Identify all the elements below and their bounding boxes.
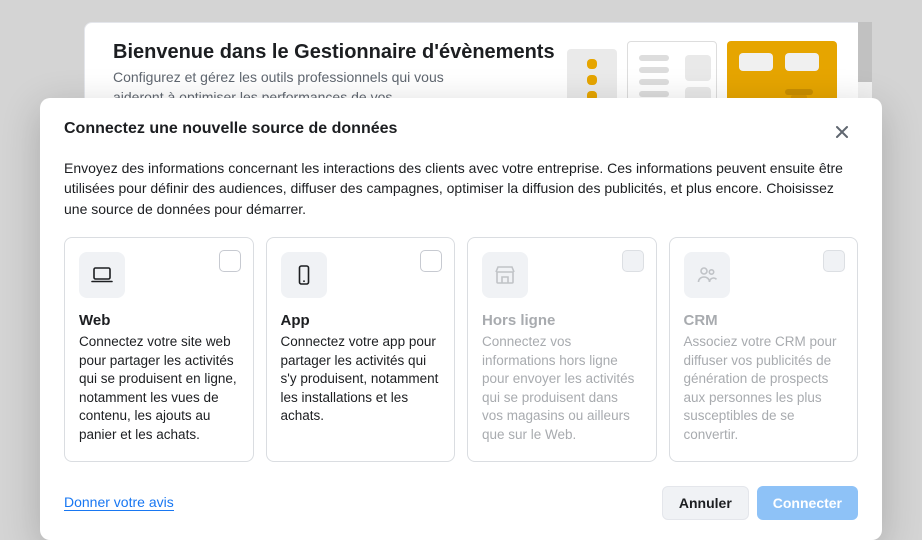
option-description: Connectez votre site web pour partager l… bbox=[79, 333, 239, 445]
data-source-options: Web Connectez votre site web pour partag… bbox=[64, 237, 858, 462]
option-title: CRM bbox=[684, 312, 844, 329]
option-web[interactable]: Web Connectez votre site web pour partag… bbox=[64, 237, 254, 462]
welcome-title: Bienvenue dans le Gestionnaire d'évèneme… bbox=[113, 41, 555, 64]
option-title: App bbox=[281, 312, 441, 329]
close-icon bbox=[834, 124, 850, 140]
connect-button[interactable]: Connecter bbox=[757, 486, 858, 520]
option-offline: Hors ligne Connectez vos informations ho… bbox=[467, 237, 657, 462]
cancel-button[interactable]: Annuler bbox=[662, 486, 749, 520]
option-checkbox[interactable] bbox=[420, 250, 442, 272]
feedback-link[interactable]: Donner votre avis bbox=[64, 494, 174, 511]
option-checkbox bbox=[622, 250, 644, 272]
connect-data-source-modal: Connectez une nouvelle source de données… bbox=[40, 98, 882, 540]
phone-icon bbox=[292, 263, 316, 287]
option-crm: CRM Associez votre CRM pour diffuser vos… bbox=[669, 237, 859, 462]
option-title: Hors ligne bbox=[482, 312, 642, 329]
option-checkbox bbox=[823, 250, 845, 272]
option-description: Connectez votre app pour partager les ac… bbox=[281, 333, 441, 426]
modal-description: Envoyez des informations concernant les … bbox=[64, 158, 858, 219]
scrollbar-thumb[interactable] bbox=[858, 22, 872, 82]
option-checkbox[interactable] bbox=[219, 250, 241, 272]
close-button[interactable] bbox=[826, 116, 858, 148]
modal-title: Connectez une nouvelle source de données bbox=[64, 120, 397, 138]
people-icon bbox=[695, 263, 719, 287]
option-title: Web bbox=[79, 312, 239, 329]
storefront-icon bbox=[493, 263, 517, 287]
laptop-icon bbox=[90, 263, 114, 287]
option-description: Associez votre CRM pour diffuser vos pub… bbox=[684, 333, 844, 445]
option-app[interactable]: App Connectez votre app pour partager le… bbox=[266, 237, 456, 462]
option-description: Connectez vos informations hors ligne po… bbox=[482, 333, 642, 445]
